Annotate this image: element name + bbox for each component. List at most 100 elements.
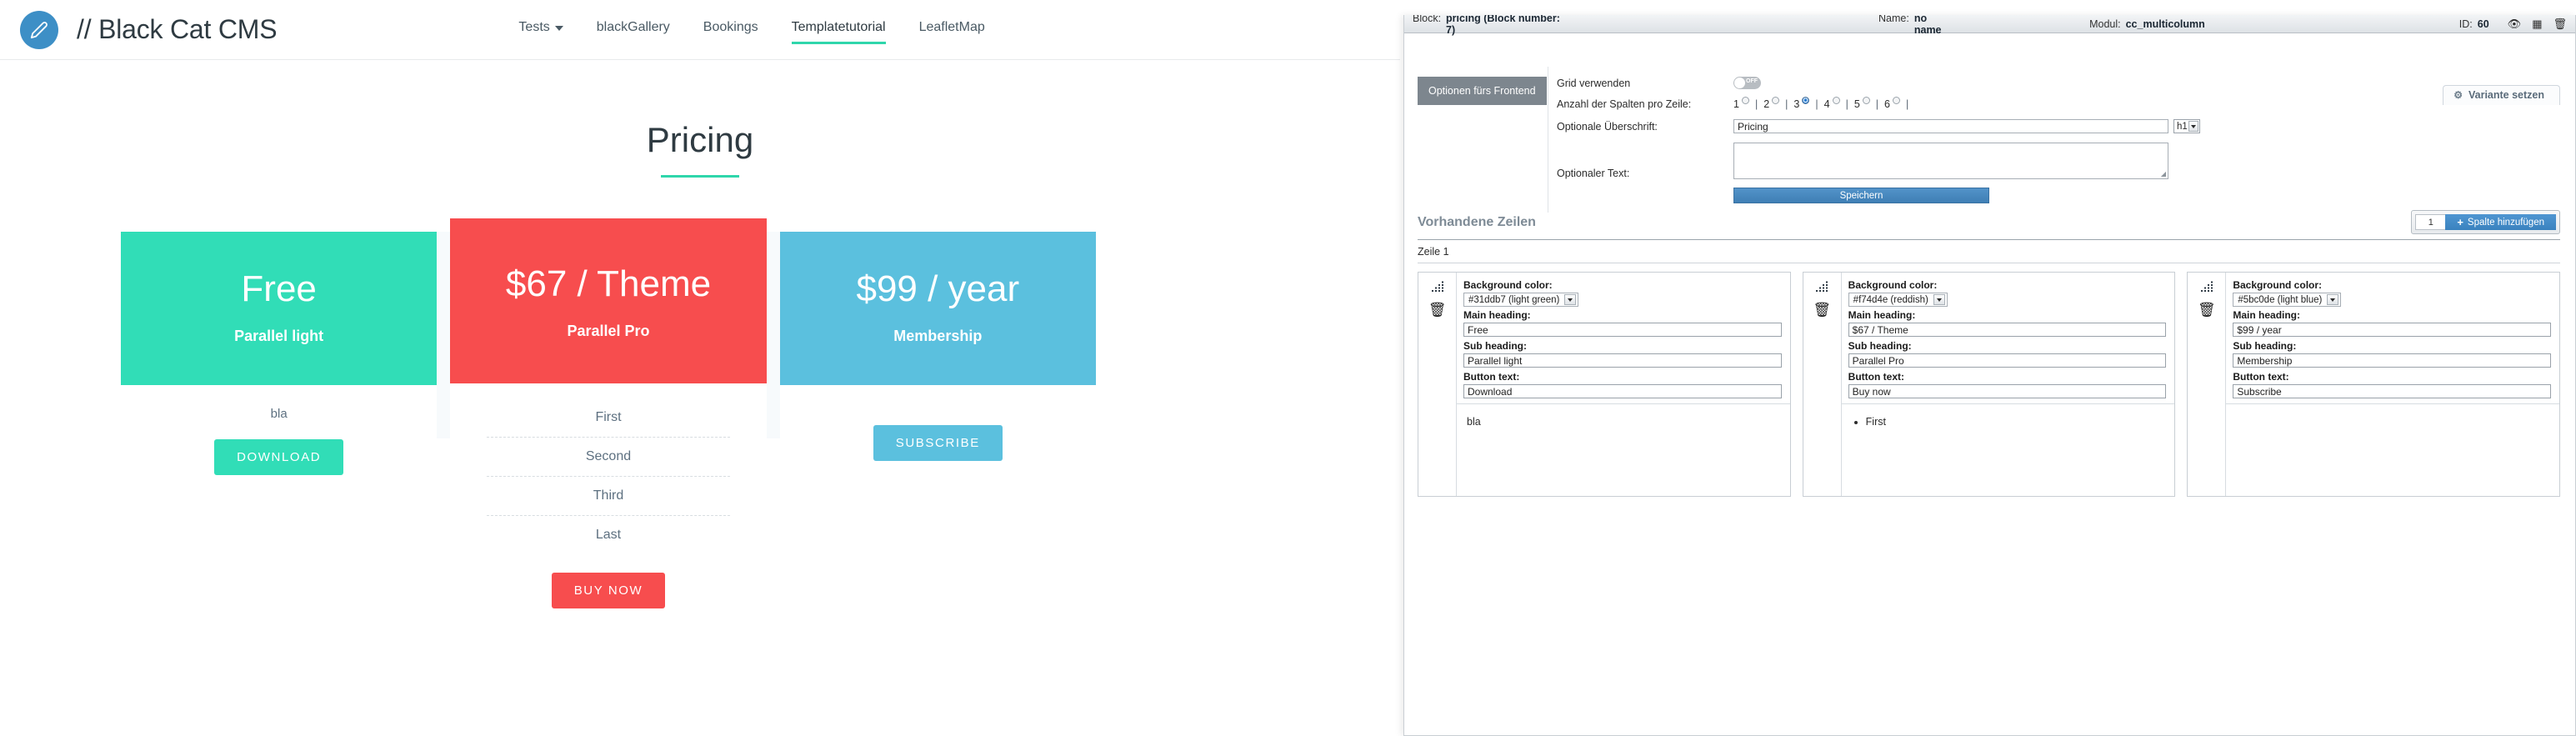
trash-icon[interactable]: 🗑 bbox=[2553, 18, 2567, 29]
main-heading-label: Main heading: bbox=[1848, 309, 1916, 321]
card-subtitle: Parallel Pro bbox=[567, 323, 650, 340]
pricing-cards: Free Parallel light bla DOWNLOAD $67 / T… bbox=[121, 218, 1096, 639]
sub-heading-label: Sub heading: bbox=[2233, 340, 2297, 352]
main-heading-input[interactable] bbox=[2233, 323, 2552, 337]
card-feature: Last bbox=[487, 515, 730, 554]
toggle-state-label: OFF bbox=[1746, 78, 1758, 84]
bg-color-select[interactable]: #f74d4e (reddish) bbox=[1848, 293, 1948, 307]
radio-label: 6 bbox=[1884, 98, 1890, 110]
radio-option-2[interactable]: 2 bbox=[1763, 97, 1780, 110]
drag-handle-icon[interactable] bbox=[2200, 281, 2213, 293]
drag-handle-icon[interactable] bbox=[1815, 281, 1828, 293]
download-button[interactable]: DOWNLOAD bbox=[214, 439, 344, 476]
delete-column-icon[interactable]: 🗑 bbox=[2198, 303, 2216, 317]
calendar-icon[interactable]: ▦ bbox=[2532, 18, 2542, 29]
heading-tag-select[interactable]: h1 bbox=[2173, 119, 2200, 133]
block-name: Name: no name bbox=[1878, 15, 1956, 36]
block-value: pricing (Block number: 7) bbox=[1446, 15, 1560, 36]
row-label: Zeile 1 bbox=[1418, 246, 1449, 258]
bg-color-label: Background color: bbox=[1463, 279, 1553, 291]
chevron-down-icon bbox=[2188, 121, 2198, 132]
columns-label: Anzahl der Spalten pro Zeile: bbox=[1557, 98, 1692, 110]
card-price: $99 / year bbox=[856, 268, 1020, 309]
column-content-preview[interactable]: First bbox=[1848, 404, 2167, 436]
delete-column-icon[interactable]: 🗑 bbox=[1813, 303, 1831, 317]
nav-item-leafletmap[interactable]: LeafletMap bbox=[919, 20, 985, 39]
chevron-down-icon bbox=[554, 26, 563, 31]
radio-dot bbox=[1772, 97, 1780, 104]
divider bbox=[1418, 239, 2560, 240]
column-tools: 🗑 bbox=[1803, 273, 1842, 496]
column-content-preview[interactable]: bla bbox=[1463, 404, 1782, 436]
resize-handle[interactable]: ◢ bbox=[2161, 170, 2166, 178]
card-body: SUBSCRIBE bbox=[779, 385, 1096, 639]
radio-label: 1 bbox=[1733, 98, 1739, 110]
row-save: Speichern bbox=[1557, 185, 2563, 203]
column-content-preview[interactable] bbox=[2233, 404, 2551, 424]
radio-option-6[interactable]: 6 bbox=[1884, 97, 1900, 110]
radio-dot bbox=[1862, 97, 1870, 104]
button-text-label: Button text: bbox=[1848, 371, 1904, 383]
nav-item-templatetutorial[interactable]: Templatetutorial bbox=[791, 20, 886, 44]
nav-item-blackgallery[interactable]: blackGallery bbox=[597, 20, 670, 39]
pricing-card-membership: $99 / year Membership SUBSCRIBE bbox=[779, 232, 1096, 639]
brand[interactable]: // Black Cat CMS bbox=[0, 10, 278, 49]
bg-color-label: Background color: bbox=[1848, 279, 1938, 291]
sub-heading-input[interactable] bbox=[2233, 353, 2552, 368]
main-heading-input[interactable] bbox=[1848, 323, 2167, 337]
button-text-input[interactable] bbox=[2233, 384, 2552, 398]
headline-label: Optionale Überschrift: bbox=[1557, 120, 1658, 133]
add-column-count-input[interactable]: 1 bbox=[2415, 214, 2446, 230]
bg-color-select[interactable]: #5bc0de (light blue) bbox=[2233, 293, 2342, 307]
grid-toggle[interactable]: OFF bbox=[1733, 77, 1761, 89]
radio-option-5[interactable]: 5 bbox=[1854, 97, 1870, 110]
chevron-down-icon bbox=[1564, 294, 1577, 305]
subscribe-button[interactable]: SUBSCRIBE bbox=[873, 425, 1003, 462]
card-feature: First bbox=[595, 410, 622, 425]
block-label: Block: bbox=[1413, 15, 1442, 24]
buy-now-button[interactable]: BUY NOW bbox=[551, 573, 666, 609]
main-nav: Tests blackGallery Bookings Templatetuto… bbox=[518, 20, 985, 44]
headline-input[interactable] bbox=[1733, 119, 2168, 133]
drag-handle-icon[interactable] bbox=[1431, 281, 1444, 293]
sub-heading-input[interactable] bbox=[1463, 353, 1782, 368]
radio-dot bbox=[1741, 97, 1749, 104]
button-text-input[interactable] bbox=[1848, 384, 2167, 398]
card-header: Free Parallel light bbox=[121, 232, 438, 386]
card-feature: Second bbox=[487, 437, 730, 476]
card-body: bla DOWNLOAD bbox=[121, 385, 438, 639]
tab-optionen-fuers-frontend[interactable]: Optionen fürs Frontend bbox=[1418, 77, 1547, 105]
add-column-button[interactable]: + Spalte hinzufügen bbox=[2445, 214, 2556, 230]
bg-color-value: #31ddb7 (light green) bbox=[1468, 294, 1560, 305]
radio-option-3[interactable]: 3 bbox=[1793, 97, 1810, 110]
toggle-knob bbox=[1734, 78, 1745, 88]
id-label: ID: bbox=[2458, 18, 2473, 30]
eye-icon[interactable]: 👁 bbox=[2508, 18, 2522, 29]
save-button[interactable]: Speichern bbox=[1733, 188, 1989, 203]
column-card: 🗑 Background color: #f74d4e (reddish) Ma… bbox=[1802, 272, 2176, 497]
optional-text-area[interactable]: ◢ bbox=[1733, 143, 2168, 179]
nav-item-tests[interactable]: Tests bbox=[518, 20, 563, 39]
delete-column-icon[interactable]: 🗑 bbox=[1428, 303, 1447, 317]
sub-heading-input[interactable] bbox=[1848, 353, 2167, 368]
card-subtitle: Parallel light bbox=[234, 328, 324, 345]
columns-radio-group: 1 | 2 | 3 | 4 | 5 | 6 | bbox=[1733, 97, 1914, 110]
separator: | bbox=[1754, 98, 1758, 110]
pencil-icon bbox=[20, 10, 58, 49]
radio-option-4[interactable]: 4 bbox=[1824, 97, 1840, 110]
button-text-label: Button text: bbox=[1463, 371, 1520, 383]
bg-color-select[interactable]: #31ddb7 (light green) bbox=[1463, 293, 1579, 307]
add-column-label: Spalte hinzufügen bbox=[2467, 217, 2544, 228]
main-heading-input[interactable] bbox=[1463, 323, 1782, 337]
modul-label: Modul: bbox=[2089, 18, 2121, 30]
radio-option-1[interactable]: 1 bbox=[1733, 97, 1749, 110]
card-text: bla bbox=[270, 407, 288, 422]
modul-value: cc_multicolumn bbox=[2125, 18, 2205, 30]
column-card: 🗑 Background color: #31ddb7 (light green… bbox=[1418, 272, 1791, 497]
radio-dot bbox=[1892, 97, 1900, 104]
button-text-input[interactable] bbox=[1463, 384, 1782, 398]
bg-color-value: #f74d4e (reddish) bbox=[1853, 294, 1928, 305]
nav-item-bookings[interactable]: Bookings bbox=[703, 20, 758, 39]
plus-icon: + bbox=[2457, 216, 2463, 228]
form-fields: Grid verwenden OFF Anzahl der Spalten pr… bbox=[1548, 67, 2563, 213]
